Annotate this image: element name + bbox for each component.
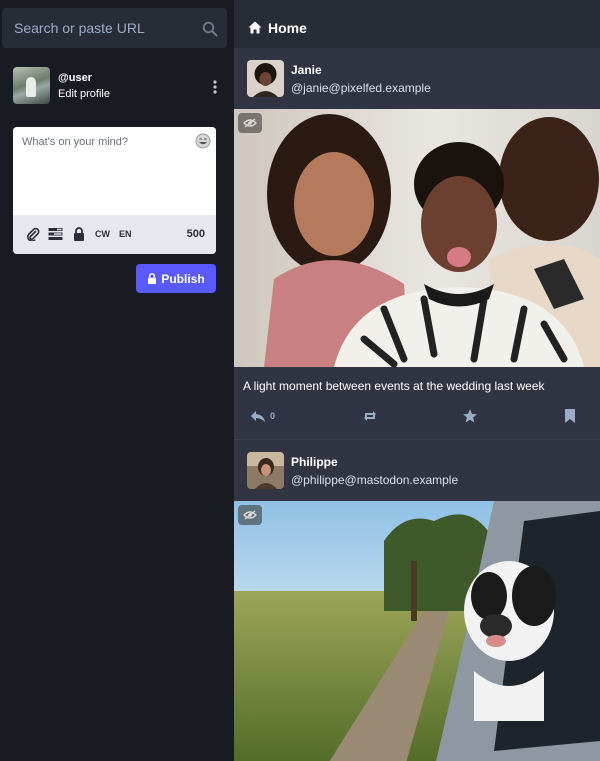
user-handle[interactable]: @user	[58, 72, 92, 84]
eye-slash-icon	[243, 510, 257, 520]
display-name[interactable]: Janie	[291, 63, 322, 77]
eye-slash-icon	[243, 118, 257, 128]
lock-icon	[148, 273, 157, 284]
column-header[interactable]: Home	[234, 8, 600, 48]
action-bar: 0	[234, 404, 600, 428]
reply-count: 0	[270, 411, 276, 421]
status-content: A light moment between events at the wed…	[243, 379, 545, 393]
publish-button[interactable]: Publish	[136, 264, 216, 293]
privacy-lock-icon[interactable]	[73, 227, 85, 241]
compose-form: CW EN 500	[13, 127, 216, 254]
status-item[interactable]: Janie @janie@pixelfed.example A light mo…	[234, 48, 600, 439]
search-icon[interactable]	[202, 21, 218, 37]
column-title: Home	[268, 20, 307, 36]
media-image[interactable]	[234, 501, 600, 761]
search-input[interactable]	[2, 8, 227, 48]
bookmark-icon[interactable]	[562, 408, 578, 424]
avatar[interactable]	[13, 67, 50, 104]
compose-toolbar: CW EN 500	[13, 215, 216, 254]
attach-media-icon[interactable]	[26, 227, 40, 241]
edit-profile-link[interactable]: Edit profile	[58, 88, 110, 100]
emoji-picker-icon[interactable]	[195, 133, 211, 149]
content-warning-button[interactable]: CW	[95, 229, 110, 239]
more-options-icon[interactable]	[207, 79, 223, 95]
media-image[interactable]	[234, 109, 600, 367]
current-user-profile: @user Edit profile	[13, 67, 223, 107]
avatar[interactable]	[247, 60, 284, 97]
status-item[interactable]: Philippe @philippe@mastodon.example	[234, 439, 600, 761]
publish-label: Publish	[161, 271, 205, 286]
account-handle[interactable]: @janie@pixelfed.example	[291, 81, 431, 95]
display-name[interactable]: Philippe	[291, 455, 338, 469]
hide-media-button[interactable]	[238, 113, 262, 133]
reply-icon[interactable]	[250, 408, 266, 424]
boost-icon[interactable]	[362, 408, 378, 424]
favourite-icon[interactable]	[462, 408, 478, 424]
home-icon	[248, 21, 262, 34]
poll-icon[interactable]	[48, 227, 63, 241]
home-column: Home Janie @janie@pixelfed.example A lig…	[234, 0, 600, 761]
search-bar[interactable]	[2, 8, 227, 48]
avatar[interactable]	[247, 452, 284, 489]
status-feed[interactable]: Janie @janie@pixelfed.example A light mo…	[234, 48, 600, 761]
account-handle[interactable]: @philippe@mastodon.example	[291, 473, 458, 487]
language-button[interactable]: EN	[119, 229, 132, 239]
compose-panel: @user Edit profile	[0, 0, 234, 761]
character-counter: 500	[186, 228, 205, 240]
compose-textarea[interactable]	[13, 127, 216, 215]
hide-media-button[interactable]	[238, 505, 262, 525]
